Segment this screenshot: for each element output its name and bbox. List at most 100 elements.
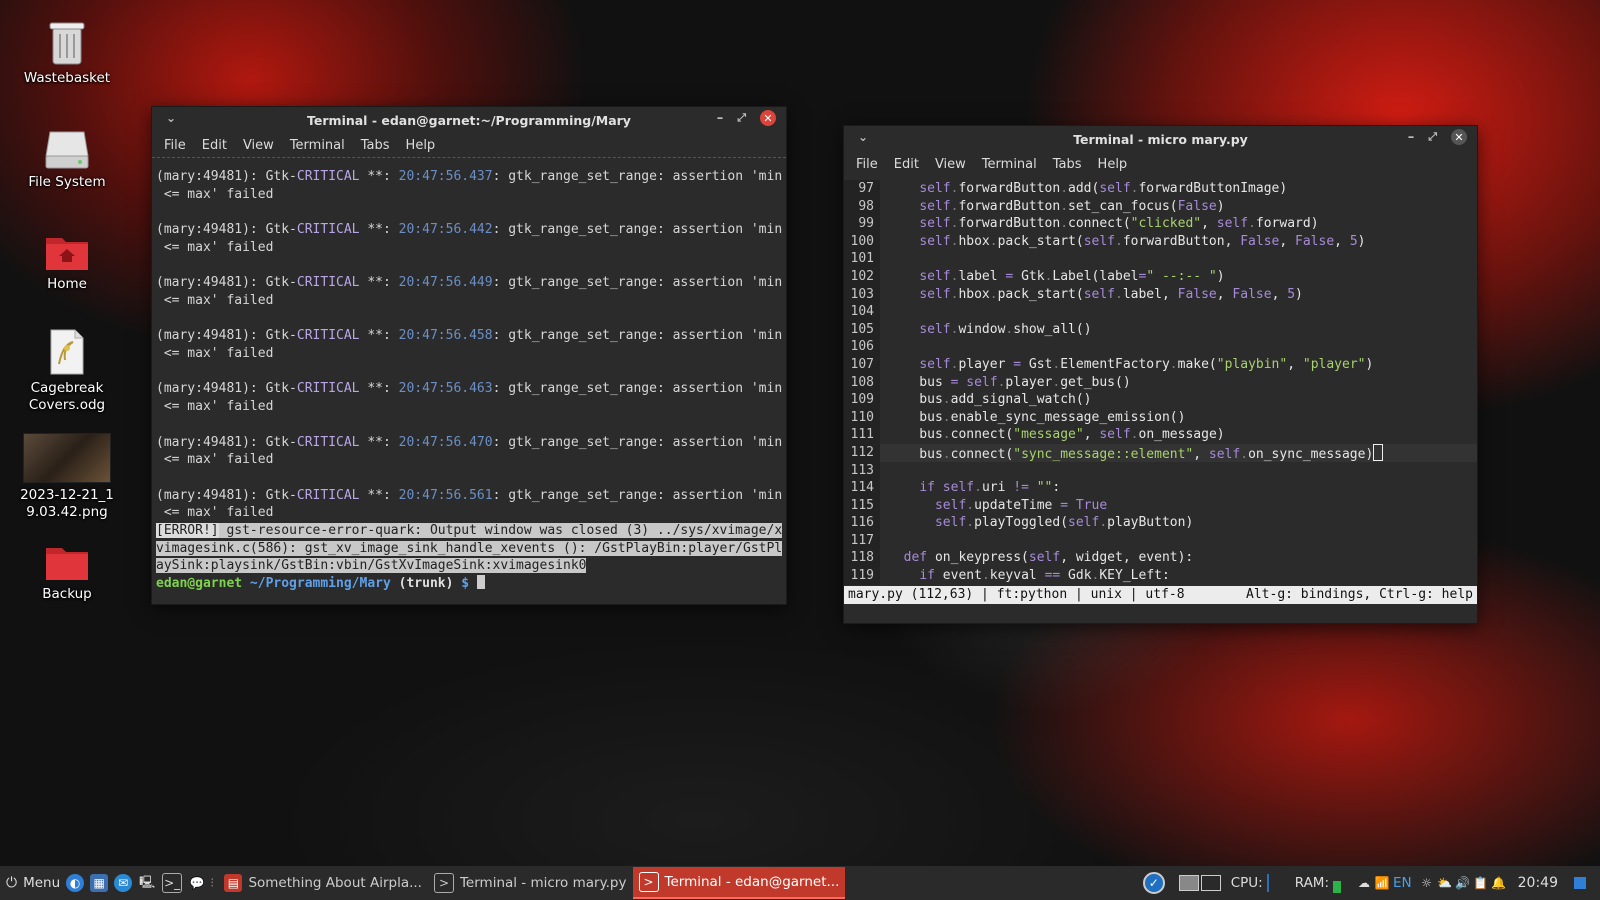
titlebar[interactable]: ⌄ Terminal - micro mary.py – ⤢ ✕ [844, 126, 1477, 152]
code-line[interactable]: 100 self.hbox.pack_start(self.forwardBut… [844, 232, 1477, 251]
desktop-icon-backup[interactable]: Backup [19, 542, 115, 603]
menu-file[interactable]: File [156, 138, 194, 153]
log-line: (mary:49481): Gtk-CRITICAL **: 20:47:56.… [156, 380, 782, 398]
ram-graph [1333, 881, 1341, 893]
volume-icon[interactable]: 🔊 [1454, 874, 1472, 892]
menu-terminal[interactable]: Terminal [282, 138, 353, 153]
taskbar-item-edan-terminal[interactable]: > Terminal - edan@garnet... [632, 867, 846, 899]
desktop-icon-cagebreak-covers[interactable]: Cagebreak Covers.odg [19, 328, 115, 414]
code-line[interactable]: 119 if event.keyval == Gdk.KEY_Left: [844, 567, 1477, 585]
code-line[interactable]: 111 bus.connect("message", self.on_messa… [844, 426, 1477, 444]
code-line[interactable]: 98 self.forwardButton.set_can_focus(Fals… [844, 197, 1477, 216]
terminal-window-left[interactable]: ⌄ Terminal - edan@garnet:~/Programming/M… [151, 106, 787, 605]
browser-launcher-icon[interactable]: ◐ [66, 874, 85, 892]
code-line[interactable]: 116 self.playToggled(self.playButton) [844, 514, 1477, 532]
menu-button[interactable]: ⏻ Menu [0, 868, 66, 898]
menu-file[interactable]: File [848, 157, 886, 172]
thunderbird-launcher-icon[interactable]: ✉ [114, 874, 133, 892]
log-line-continuation: <= max' failed [156, 452, 274, 468]
chat-launcher-icon[interactable]: 💬 [188, 874, 206, 892]
menu-help[interactable]: Help [1090, 157, 1136, 172]
code-line[interactable]: 110 bus.enable_sync_message_emission() [844, 408, 1477, 427]
maximize-icon[interactable]: ⤢ [1428, 130, 1437, 144]
menu-edit[interactable]: Edit [194, 138, 235, 153]
maximize-icon[interactable]: ⤢ [737, 111, 746, 125]
close-icon[interactable]: ✕ [760, 110, 776, 126]
code-line[interactable]: 103 self.hbox.pack_start(self.label, Fal… [844, 285, 1477, 304]
keyboard-layout[interactable]: EN [1393, 875, 1412, 891]
file-manager-launcher-icon[interactable]: ▦ [90, 874, 109, 892]
taskbar-item-micro[interactable]: > Terminal - micro mary.py [428, 868, 633, 898]
menu-edit[interactable]: Edit [886, 157, 927, 172]
menu-view[interactable]: View [235, 138, 282, 153]
log-prefix: (mary:49481): Gtk- [156, 275, 297, 291]
code-line[interactable]: 106 [844, 338, 1477, 356]
window-menu-chevron-icon[interactable]: ⌄ [166, 111, 176, 125]
error-tag: [ERROR!] [156, 523, 219, 539]
workspace-1[interactable] [1178, 875, 1199, 891]
code-line[interactable]: 97 self.forwardButton.add(self.forwardBu… [844, 180, 1477, 198]
line-number: 116 [844, 514, 880, 532]
terminal-launcher-icon[interactable]: >_ [162, 873, 183, 893]
line-number: 102 [844, 267, 880, 286]
desktop-icon-label: 2023-12-21_1 9.03.42.png [20, 487, 114, 520]
code-line[interactable]: 102 self.label = Gtk.Label(label=" --:--… [844, 267, 1477, 286]
code-line[interactable]: 113 [844, 461, 1477, 480]
clock[interactable]: 20:49 [1518, 875, 1558, 891]
desktop-icon-screenshot-png[interactable]: 2023-12-21_1 9.03.42.png [19, 433, 115, 521]
log-timestamp: 20:47:56.463 [398, 381, 493, 397]
menu-label: Menu [23, 875, 61, 891]
shell-prompt[interactable]: edan@garnet ~/Programming/Mary (trunk) $ [156, 575, 782, 593]
line-number: 118 [844, 549, 880, 568]
code-editor[interactable]: 97 self.forwardButton.add(self.forwardBu… [844, 176, 1477, 586]
code-line[interactable]: 101 [844, 250, 1477, 268]
code-line[interactable]: 109 bus.add_signal_watch() [844, 391, 1477, 409]
computer-launcher-icon[interactable]: 🖳 [138, 874, 156, 892]
line-code: bus = self.player.get_bus() [888, 374, 1131, 390]
code-line[interactable]: 99 self.forwardButton.connect("clicked",… [844, 215, 1477, 233]
drive-icon [44, 128, 90, 170]
code-line[interactable]: 117 [844, 531, 1477, 550]
line-number: 119 [844, 567, 880, 585]
code-line[interactable]: 114 if self.uri != "": [844, 479, 1477, 497]
code-line[interactable]: 104 [844, 303, 1477, 321]
error-line: [ERROR!] gst-resource-error-quark: Outpu… [156, 522, 783, 540]
titlebar[interactable]: ⌄ Terminal - edan@garnet:~/Programming/M… [152, 107, 786, 133]
desktop-icon-home[interactable]: Home [19, 232, 115, 293]
notification-bell-icon[interactable]: 🔔 [1490, 874, 1508, 892]
code-line[interactable]: 112 bus.connect("sync_message::element",… [844, 443, 1477, 462]
menu-view[interactable]: View [927, 157, 974, 172]
app-indicator-icon[interactable]: ✓ [1142, 872, 1165, 894]
code-line[interactable]: 108 bus = self.player.get_bus() [844, 373, 1477, 392]
clipboard-icon[interactable]: 📋 [1472, 874, 1490, 892]
code-line[interactable]: 105 self.window.show_all() [844, 320, 1477, 339]
menu-help[interactable]: Help [398, 138, 444, 153]
window-menu-chevron-icon[interactable]: ⌄ [858, 130, 868, 144]
minimize-icon[interactable]: – [717, 111, 724, 126]
code-line[interactable]: 107 self.player = Gst.ElementFactory.mak… [844, 355, 1477, 374]
workspace-2[interactable] [1200, 875, 1221, 891]
terminal-output[interactable]: (mary:49481): Gtk-CRITICAL **: 20:47:56.… [152, 158, 786, 604]
wifi-icon[interactable]: 📶 [1373, 874, 1391, 892]
log-timestamp: 20:47:56.470 [398, 434, 493, 450]
show-desktop-button[interactable] [1574, 877, 1586, 889]
desktop-icon-wastebasket[interactable]: Wastebasket [19, 18, 115, 87]
cloud-icon[interactable]: ☁ [1355, 874, 1373, 892]
code-line[interactable]: 118 def on_keypress(self, widget, event)… [844, 549, 1477, 568]
close-icon[interactable]: ✕ [1451, 129, 1467, 145]
menu-tabs[interactable]: Tabs [353, 138, 398, 153]
log-sep: **: [359, 275, 399, 291]
editor-status-bar: mary.py (112,63) | ft:python | unix | ut… [844, 586, 1477, 604]
terminal-window-right[interactable]: ⌄ Terminal - micro mary.py – ⤢ ✕ File Ed… [843, 125, 1478, 624]
taskbar-item-airplane[interactable]: ▤ Something About Airpla... [218, 868, 428, 898]
weather-icon[interactable]: ⛅ [1436, 874, 1454, 892]
menu-terminal[interactable]: Terminal [974, 157, 1045, 172]
workspace-switcher[interactable] [1178, 875, 1221, 891]
desktop-icon-file-system[interactable]: File System [19, 128, 115, 191]
minimize-icon[interactable]: – [1408, 130, 1415, 145]
brightness-icon[interactable]: ☼ [1418, 874, 1436, 892]
menu-tabs[interactable]: Tabs [1045, 157, 1090, 172]
code-line[interactable]: 115 self.updateTime = True [844, 496, 1477, 515]
